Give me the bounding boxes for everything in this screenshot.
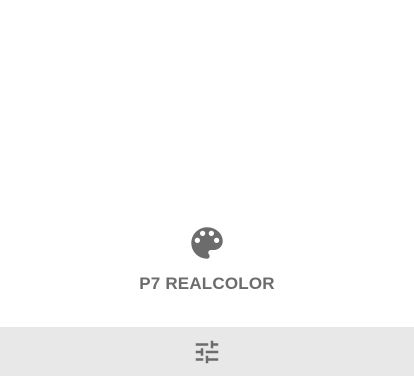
bottom-bar (0, 327, 414, 376)
screen: P7 REALCOLOR (0, 0, 414, 376)
adjust-settings-button[interactable] (185, 330, 229, 374)
palette-mode-label: P7 REALCOLOR (139, 274, 275, 293)
tune-sliders-icon (195, 340, 219, 363)
palette-icon (191, 227, 223, 259)
palette-mode-item[interactable]: P7 REALCOLOR (0, 222, 414, 302)
